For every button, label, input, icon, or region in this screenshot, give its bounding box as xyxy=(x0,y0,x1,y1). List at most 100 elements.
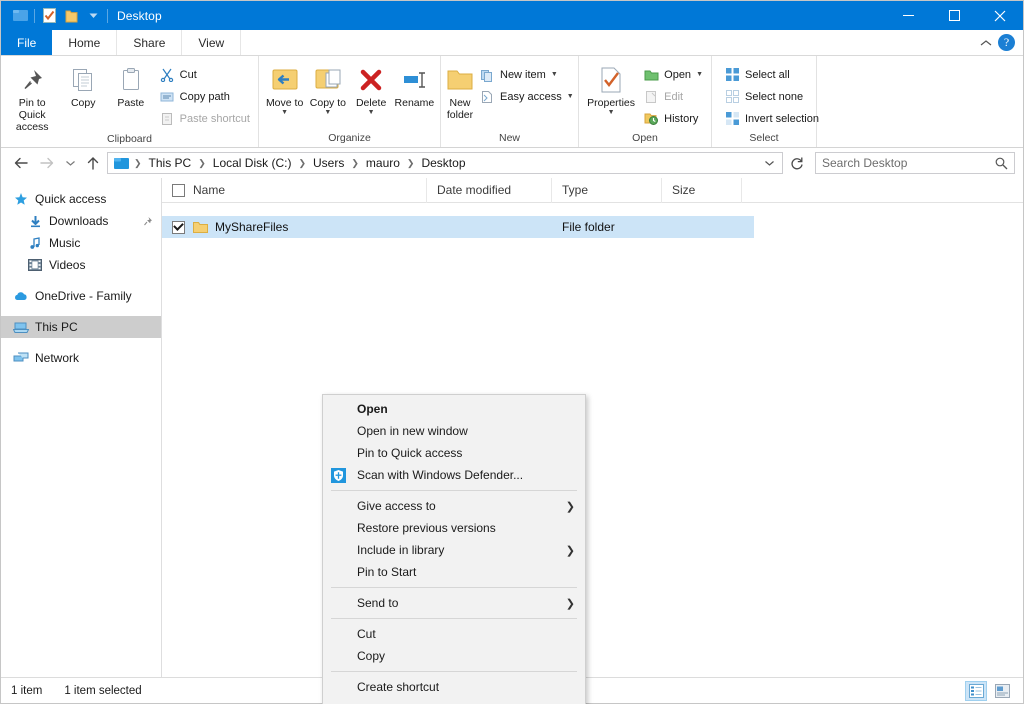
pin-to-quick-access-button[interactable]: Pin to Quick access xyxy=(5,59,59,133)
magnifier-icon[interactable] xyxy=(995,157,1008,170)
edit-button[interactable]: Edit xyxy=(639,86,707,107)
cut-button[interactable]: Cut xyxy=(155,64,254,85)
ribbon-group-select: Select all Select none Invert selection xyxy=(712,56,819,147)
copy-path-button[interactable]: Copy path xyxy=(155,86,254,107)
ribbon-group-title-new: New xyxy=(498,132,520,144)
pin-to-quick-access-label: Pin to Quick access xyxy=(15,97,49,134)
paste-shortcut-button[interactable]: Paste shortcut xyxy=(155,108,254,129)
search-input[interactable]: Search Desktop xyxy=(815,152,1015,174)
context-menu-item-pin-to-start[interactable]: Pin to Start xyxy=(323,561,585,583)
context-menu-item-scan-with-windows-defender[interactable]: Scan with Windows Defender... xyxy=(323,464,585,486)
breadcrumb-local-disk[interactable]: Local Disk (C:) xyxy=(208,156,297,170)
select-all-checkbox[interactable] xyxy=(172,183,185,197)
context-menu-item-open-in-new-window[interactable]: Open in new window xyxy=(323,420,585,442)
sidebar-label: Quick access xyxy=(35,192,107,206)
sidebar-item-quick-access[interactable]: Quick access xyxy=(1,188,161,210)
caret-icon: ▼ xyxy=(550,71,558,78)
context-menu-item-delete[interactable]: Delete xyxy=(323,698,585,704)
history-icon xyxy=(643,111,659,127)
rename-button[interactable]: Rename xyxy=(393,59,436,109)
sidebar-item-music[interactable]: Music xyxy=(1,232,161,254)
customize-chevron-icon[interactable] xyxy=(82,5,104,27)
move-to-button[interactable]: Move to ▼ xyxy=(263,59,306,117)
caret-icon: ▼ xyxy=(367,109,375,117)
column-header-type-label: Type xyxy=(562,183,589,197)
properties-icon[interactable] xyxy=(38,5,60,27)
new-item-label: New item xyxy=(500,68,546,81)
new-item-icon xyxy=(479,67,495,83)
file-name-cell[interactable]: MyShareFiles xyxy=(162,220,427,234)
chevron-down-icon[interactable] xyxy=(760,151,778,175)
column-header-size[interactable]: Size xyxy=(662,177,742,203)
context-menu-item-create-shortcut[interactable]: Create shortcut xyxy=(323,676,585,698)
help-icon[interactable]: ? xyxy=(998,34,1015,51)
address-bar-tail xyxy=(760,151,778,175)
menu-separator xyxy=(331,490,577,491)
large-icons-view-icon[interactable] xyxy=(991,681,1013,701)
chevron-up-icon[interactable] xyxy=(980,39,992,47)
copy-button[interactable]: Copy xyxy=(59,59,107,109)
breadcrumb-this-pc[interactable]: This PC xyxy=(144,156,197,170)
breadcrumb-desktop[interactable]: Desktop xyxy=(416,156,470,170)
back-button[interactable] xyxy=(9,151,33,175)
ribbon-group-title-clipboard: Clipboard xyxy=(107,133,152,146)
search-input-text: Search Desktop xyxy=(822,156,908,170)
properties-button[interactable]: Properties ▼ xyxy=(583,59,639,117)
select-all-button[interactable]: Select all xyxy=(720,64,823,85)
row-checkbox[interactable] xyxy=(172,220,185,234)
minimize-icon[interactable] xyxy=(885,1,931,30)
breadcrumb-users[interactable]: Users xyxy=(308,156,349,170)
select-none-label: Select none xyxy=(745,90,804,103)
sidebar-item-onedrive[interactable]: OneDrive - Family xyxy=(1,285,161,307)
sidebar-item-videos[interactable]: Videos xyxy=(1,254,161,276)
open-button[interactable]: Open ▼ xyxy=(639,64,707,85)
sidebar-item-this-pc[interactable]: This PC xyxy=(1,316,161,338)
new-folder-button[interactable]: New folder xyxy=(445,59,475,121)
column-header-name[interactable]: Name xyxy=(162,177,427,203)
tab-share[interactable]: Share xyxy=(117,30,183,55)
copy-to-icon xyxy=(313,63,343,97)
copy-to-button[interactable]: Copy to ▼ xyxy=(306,59,349,117)
new-item-button[interactable]: New item ▼ xyxy=(475,64,578,85)
recent-locations-button[interactable] xyxy=(61,151,79,175)
easy-access-button[interactable]: Easy access ▼ xyxy=(475,86,578,107)
pin-icon[interactable] xyxy=(142,216,153,227)
folder-icon[interactable] xyxy=(9,5,31,27)
forward-button[interactable] xyxy=(35,151,59,175)
open-small-commands: Open ▼ Edit History xyxy=(639,59,707,129)
close-icon[interactable] xyxy=(977,1,1023,30)
sidebar-item-network[interactable]: Network xyxy=(1,347,161,369)
ribbon-group-title-organize: Organize xyxy=(328,132,371,144)
breadcrumb-separator: ❯ xyxy=(351,157,359,168)
history-button[interactable]: History xyxy=(639,108,707,129)
invert-selection-button[interactable]: Invert selection xyxy=(720,108,823,129)
paste-button[interactable]: Paste xyxy=(107,59,155,109)
up-button[interactable] xyxy=(81,151,105,175)
address-input[interactable]: ❯ This PC ❯ Local Disk (C:) ❯ Users ❯ ma… xyxy=(107,152,783,174)
context-menu-item-pin-to-quick-access[interactable]: Pin to Quick access xyxy=(323,442,585,464)
breadcrumb-mauro[interactable]: mauro xyxy=(361,156,405,170)
context-menu-item-include-in-library[interactable]: Include in library ❯ xyxy=(323,539,585,561)
maximize-icon[interactable] xyxy=(931,1,977,30)
context-menu-item-cut[interactable]: Cut xyxy=(323,623,585,645)
tab-home[interactable]: Home xyxy=(52,30,118,55)
tab-view[interactable]: View xyxy=(182,30,242,55)
new-folder-icon[interactable] xyxy=(60,5,82,27)
delete-button[interactable]: Delete ▼ xyxy=(350,59,393,117)
context-menu-item-send-to[interactable]: Send to ❯ xyxy=(323,592,585,614)
sidebar-label: This PC xyxy=(35,320,78,334)
details-view-icon[interactable] xyxy=(965,680,987,701)
tab-file[interactable]: File xyxy=(1,30,53,55)
refresh-button[interactable] xyxy=(785,151,809,175)
context-menu-item-give-access-to[interactable]: Give access to ❯ xyxy=(323,495,585,517)
sidebar-item-downloads[interactable]: Downloads xyxy=(1,210,161,232)
clipboard-small-commands: Cut Copy path Paste shortcut xyxy=(155,59,254,129)
select-none-button[interactable]: Select none xyxy=(720,86,823,107)
column-header-type[interactable]: Type xyxy=(552,177,662,203)
context-menu-item-restore-previous-versions[interactable]: Restore previous versions xyxy=(323,517,585,539)
column-header-date-modified[interactable]: Date modified xyxy=(427,177,552,203)
context-menu-item-copy[interactable]: Copy xyxy=(323,645,585,667)
context-menu-item-open[interactable]: Open xyxy=(323,398,585,420)
table-row[interactable]: MyShareFiles File folder xyxy=(162,216,754,238)
edit-icon xyxy=(643,89,659,105)
